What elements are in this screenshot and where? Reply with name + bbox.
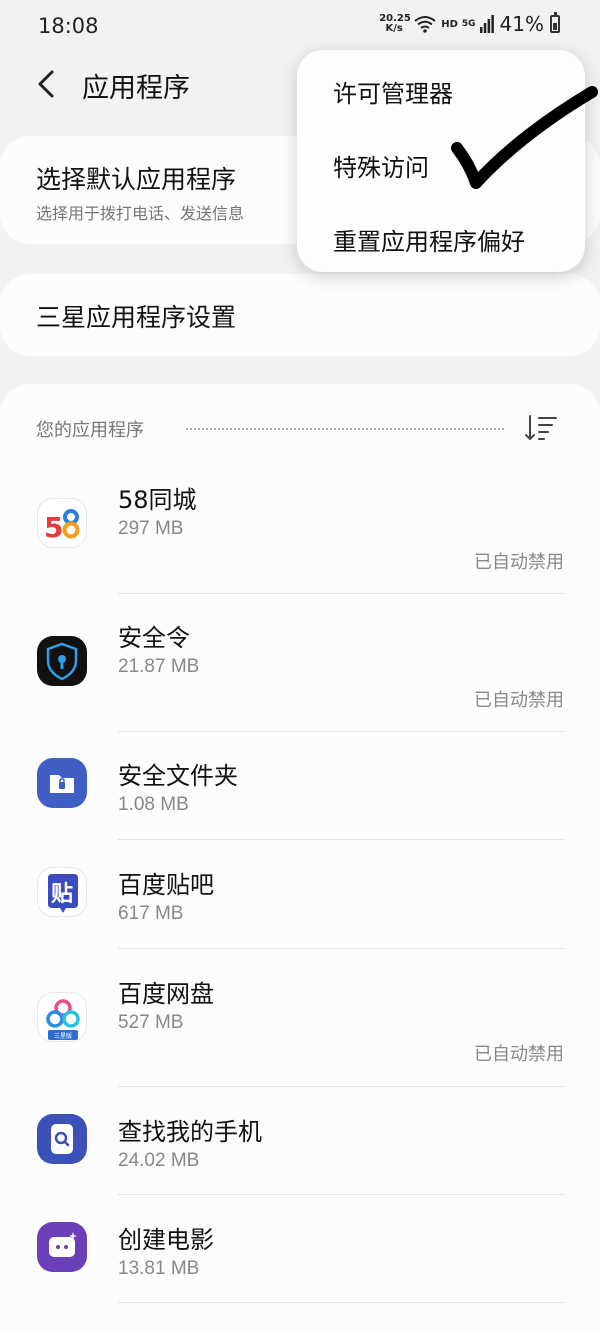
tieba-glyph: 贴 <box>51 881 73 907</box>
section-divider <box>186 428 504 430</box>
menu-item-special-access[interactable]: 特殊访问 <box>333 148 429 183</box>
section-header: 您的应用程序 <box>36 420 144 441</box>
app-size: 21.87 MB <box>118 656 200 677</box>
app-status: 已自动禁用 <box>474 1044 564 1065</box>
row-divider <box>118 731 565 732</box>
app-name: 安全令 <box>118 624 190 652</box>
battery-percent: 41% <box>499 12 544 36</box>
secure-folder-icon <box>37 758 87 808</box>
status-time: 18:08 <box>38 14 99 38</box>
row-divider <box>118 948 565 949</box>
58-tongcheng-icon: 5 <box>37 498 87 548</box>
samsung-app-settings-title: 三星应用程序设置 <box>36 303 237 332</box>
app-row[interactable]: 5 58同城 297 MB 已自动禁用 <box>0 470 600 600</box>
tieba-icon: 贴 <box>37 867 87 917</box>
app-size: 13.81 MB <box>118 1258 200 1279</box>
app-row[interactable]: 创建电影 13.81 MB <box>0 1210 600 1304</box>
wifi-icon <box>414 16 436 33</box>
app-size: 527 MB <box>118 1012 184 1033</box>
find-my-mobile-icon <box>37 1114 87 1164</box>
row-divider <box>118 1086 565 1087</box>
app-row[interactable]: 贴 百度贴吧 617 MB <box>0 855 600 949</box>
svg-text:5: 5 <box>44 511 63 544</box>
create-movie-icon <box>37 1222 87 1272</box>
network-speed: 20.25 K/s <box>379 14 411 34</box>
app-name: 安全文件夹 <box>118 762 238 790</box>
samsung-app-settings-card[interactable]: 三星应用程序设置 <box>0 274 600 356</box>
app-name: 百度网盘 <box>118 980 214 1008</box>
app-status: 已自动禁用 <box>474 552 564 573</box>
page-title: 应用程序 <box>82 73 190 104</box>
app-size: 297 MB <box>118 518 184 539</box>
app-name: 查找我的手机 <box>118 1118 262 1146</box>
signal-icon <box>479 15 494 33</box>
app-size: 1.08 MB <box>118 794 189 815</box>
default-apps-subtitle: 选择用于拨打电话、发送信息 <box>36 204 245 223</box>
default-apps-title: 选择默认应用程序 <box>36 165 237 194</box>
status-bar: 18:08 20.25 K/s HD 5G 41% <box>0 0 600 56</box>
sort-icon[interactable] <box>524 414 558 442</box>
baidu-netdisk-icon: 三星版 <box>37 992 87 1042</box>
app-row[interactable]: 安全文件夹 1.08 MB <box>0 746 600 840</box>
netdisk-badge: 三星版 <box>54 1032 72 1040</box>
menu-item-permission-manager[interactable]: 许可管理器 <box>333 74 453 109</box>
app-row[interactable]: 三星版 百度网盘 527 MB 已自动禁用 <box>0 964 600 1088</box>
app-name: 58同城 <box>118 486 197 514</box>
app-status: 已自动禁用 <box>474 690 564 711</box>
back-arrow-icon[interactable] <box>30 64 66 104</box>
row-divider <box>118 1302 565 1303</box>
battery-icon <box>550 12 560 33</box>
hd-label: HD <box>441 18 458 30</box>
app-name: 创建电影 <box>118 1226 214 1254</box>
app-size: 617 MB <box>118 903 184 924</box>
app-size: 24.02 MB <box>118 1150 200 1171</box>
overflow-menu: 许可管理器 特殊访问 重置应用程序偏好 <box>297 50 585 272</box>
row-divider <box>118 593 565 594</box>
app-row[interactable]: 安全令 21.87 MB 已自动禁用 <box>0 608 600 732</box>
network-speed-unit: K/s <box>385 23 403 34</box>
app-row[interactable]: 查找我的手机 24.02 MB <box>0 1102 600 1196</box>
row-divider <box>118 1194 565 1195</box>
menu-item-reset-app-preferences[interactable]: 重置应用程序偏好 <box>333 222 525 257</box>
row-divider <box>118 839 565 840</box>
app-name: 百度贴吧 <box>118 871 214 899</box>
network-type-label: 5G <box>461 19 476 29</box>
status-icons: 20.25 K/s HD 5G 41% <box>379 12 560 36</box>
shield-lock-icon <box>37 636 87 686</box>
